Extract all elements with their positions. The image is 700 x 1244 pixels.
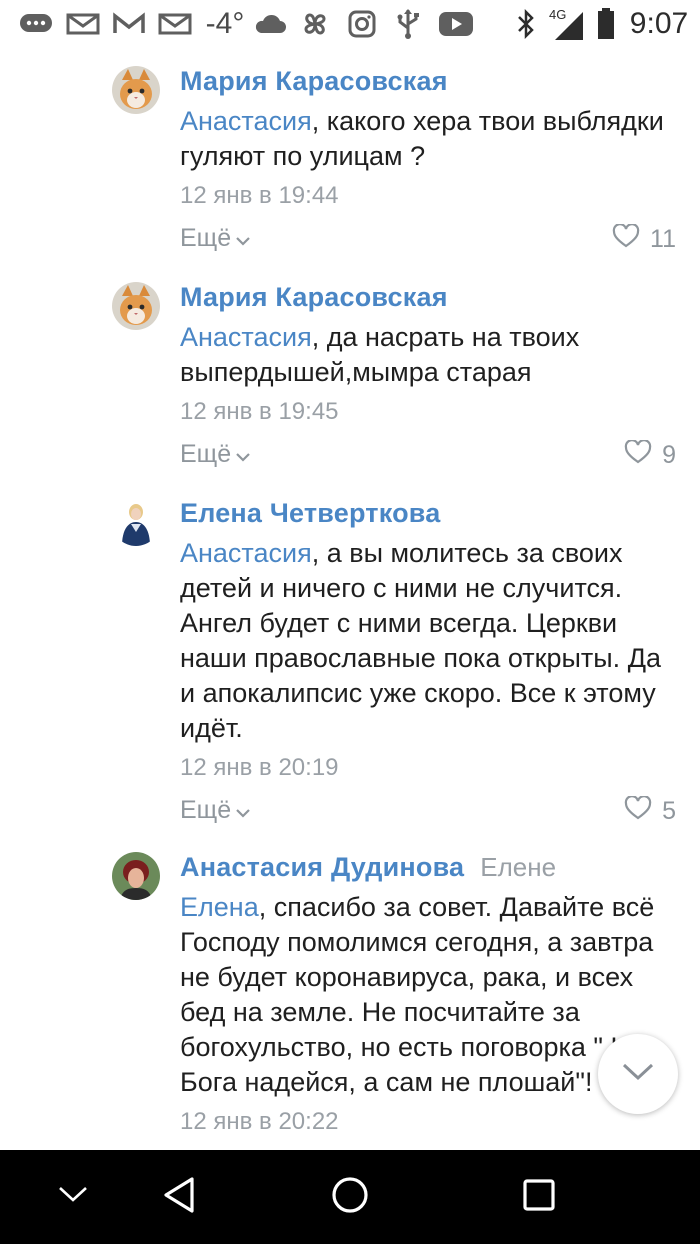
- like-button[interactable]: 9: [624, 439, 676, 471]
- timestamp: 12 янв в 20:22: [180, 1108, 339, 1135]
- comment: Елена Четверткова Анастасия, а вы молите…: [0, 498, 700, 848]
- timestamp: 12 янв в 19:44: [180, 182, 339, 209]
- chevron-down-icon: [57, 1185, 89, 1210]
- pinwheel-icon: [296, 0, 334, 48]
- more-button[interactable]: Ещё: [180, 796, 251, 825]
- cloud-icon: [252, 0, 288, 48]
- timestamp: 12 янв в 20:19: [180, 754, 339, 781]
- author-name[interactable]: Елена Четверткова: [180, 498, 440, 529]
- chevron-down-icon: [235, 224, 251, 253]
- recents-button[interactable]: [494, 1150, 584, 1244]
- heart-icon: [624, 795, 652, 827]
- back-triangle-icon: [162, 1176, 196, 1219]
- mail-icon: [64, 0, 102, 48]
- timestamp: 12 янв в 19:45: [180, 398, 339, 425]
- avatar[interactable]: [112, 852, 160, 900]
- comment: Мария Карасовская Анастасия, да насрать …: [0, 282, 700, 492]
- signal-icon: 4G: [544, 0, 588, 48]
- home-button[interactable]: [305, 1150, 395, 1244]
- cat-avatar-icon: [112, 66, 160, 114]
- like-count: 5: [662, 797, 676, 825]
- comment-text: Анастасия, да насрать на твоих выпердыше…: [180, 320, 680, 390]
- status-bar: -4° 4G 9:07: [0, 0, 700, 48]
- navigation-bar: [0, 1150, 700, 1244]
- author-name[interactable]: Анастасия Дудинова: [180, 852, 464, 883]
- avatar[interactable]: [112, 66, 160, 114]
- home-circle-icon: [330, 1175, 370, 1220]
- more-button[interactable]: Ещё: [180, 224, 251, 253]
- more-button[interactable]: Ещё: [180, 440, 251, 469]
- more-label: Ещё: [180, 440, 232, 468]
- woman-avatar-icon: [112, 852, 160, 900]
- comment-text: Анастасия, а вы молитесь за своих детей …: [180, 536, 680, 746]
- comment: Мария Карасовская Анастасия, какого хера…: [0, 66, 700, 276]
- chat-bubble-icon: [16, 0, 56, 48]
- bluetooth-icon: [512, 0, 540, 48]
- like-button[interactable]: 11: [612, 223, 676, 255]
- usb-icon: [390, 0, 426, 48]
- mention-link[interactable]: Анастасия: [180, 106, 312, 136]
- like-count: 9: [662, 441, 676, 469]
- comment-text: Анастасия, какого хера твои выблядки гул…: [180, 104, 680, 174]
- comment: Анастасия Дудинова Елене Елена, спасибо …: [0, 852, 700, 1150]
- woman-avatar-icon: [112, 498, 160, 546]
- avatar[interactable]: [112, 282, 160, 330]
- avatar[interactable]: [112, 498, 160, 546]
- comment-body: , спасибо за совет. Давайте всё Господу …: [180, 892, 655, 1097]
- hide-keyboard-button[interactable]: [28, 1150, 118, 1244]
- gmail-icon: [110, 0, 148, 48]
- instagram-icon: [344, 0, 380, 48]
- author-name[interactable]: Мария Карасовская: [180, 66, 448, 97]
- chevron-down-icon: [235, 796, 251, 825]
- mail-icon: [156, 0, 194, 48]
- chevron-down-icon: [235, 440, 251, 469]
- comments-feed[interactable]: Мария Карасовская Анастасия, какого хера…: [0, 48, 700, 1150]
- author-name[interactable]: Мария Карасовская: [180, 282, 448, 313]
- reply-to[interactable]: Елене: [480, 852, 556, 883]
- youtube-icon: [436, 0, 476, 48]
- recents-square-icon: [522, 1178, 556, 1217]
- comment-body: , а вы молитесь за своих детей и ничего …: [180, 538, 661, 743]
- more-label: Ещё: [180, 224, 232, 252]
- back-button[interactable]: [134, 1150, 224, 1244]
- cat-avatar-icon: [112, 282, 160, 330]
- mention-link[interactable]: Елена: [180, 892, 259, 922]
- heart-icon: [624, 439, 652, 471]
- temperature: -4°: [205, 7, 245, 40]
- heart-icon: [612, 223, 640, 255]
- battery-icon: [594, 0, 618, 48]
- more-label: Ещё: [180, 796, 232, 824]
- like-button[interactable]: 5: [624, 795, 676, 827]
- scroll-down-button[interactable]: [598, 1034, 678, 1114]
- chevron-down-icon: [620, 1061, 656, 1088]
- like-count: 11: [650, 225, 676, 253]
- mention-link[interactable]: Анастасия: [180, 322, 312, 352]
- network-type: 4G: [549, 7, 566, 22]
- clock: 9:07: [629, 7, 689, 40]
- mention-link[interactable]: Анастасия: [180, 538, 312, 568]
